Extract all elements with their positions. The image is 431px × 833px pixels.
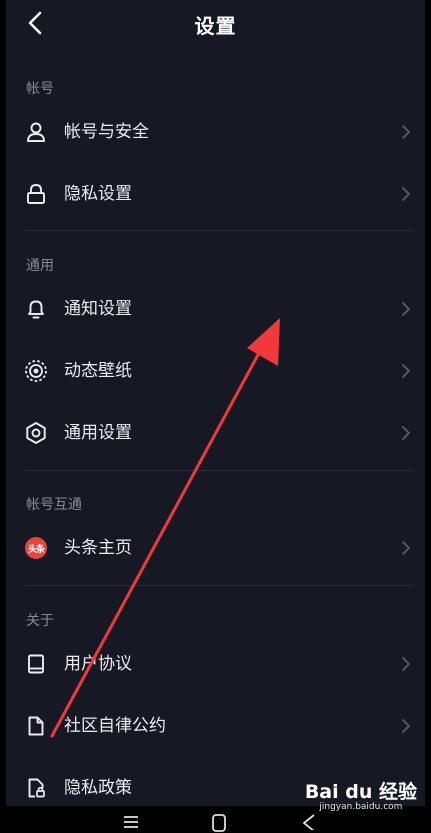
screen-edge-left — [0, 0, 6, 833]
section-label-about: 关于 — [26, 613, 54, 629]
settings-item-label: 用户协议 — [64, 654, 132, 674]
gear-icon — [24, 421, 48, 445]
back-icon[interactable] — [300, 814, 318, 830]
settings-item-label: 隐私设置 — [64, 184, 132, 204]
document-icon — [24, 714, 48, 738]
bell-icon — [24, 297, 48, 321]
settings-item-account-security[interactable]: 帐号与安全 — [6, 104, 425, 160]
screen-edge-right — [425, 0, 431, 833]
settings-item-label: 通用设置 — [64, 423, 132, 443]
settings-item-live-wallpaper[interactable]: 动态壁纸 — [6, 343, 425, 399]
chevron-right-icon — [402, 364, 410, 378]
chevron-right-icon — [402, 426, 410, 440]
chevron-right-icon — [402, 302, 410, 316]
settings-item-toutiao-homepage[interactable]: 头条 头条主页 — [6, 520, 425, 576]
live-wallpaper-icon — [24, 359, 48, 383]
settings-item-label: 隐私政策 — [64, 778, 132, 798]
menu-icon[interactable] — [122, 814, 140, 830]
chevron-right-icon — [402, 541, 410, 555]
settings-item-label: 通知设置 — [64, 299, 132, 319]
section-label-account: 帐号 — [26, 81, 54, 97]
baidu-jingyan-watermark: Bai du 经验 jingyan.baidu.com — [305, 782, 417, 813]
lock-icon — [24, 182, 48, 206]
toutiao-badge: 头条 — [25, 537, 47, 559]
section-divider — [26, 230, 413, 231]
chevron-right-icon — [402, 187, 410, 201]
chevron-right-icon — [402, 719, 410, 733]
user-icon — [24, 120, 48, 144]
section-label-general: 通用 — [26, 258, 54, 274]
settings-item-general-settings[interactable]: 通用设置 — [6, 405, 425, 461]
section-label-account-linking: 帐号互通 — [26, 497, 82, 513]
section-divider — [26, 585, 413, 586]
nav-header: 设置 — [0, 0, 431, 48]
settings-item-label: 社区自律公约 — [64, 716, 166, 736]
section-divider — [26, 470, 413, 471]
page-title: 设置 — [194, 14, 237, 38]
settings-item-notification-settings[interactable]: 通知设置 — [6, 281, 425, 337]
settings-item-user-agreement[interactable]: 用户协议 — [6, 636, 425, 692]
home-icon[interactable] — [211, 814, 227, 832]
settings-item-privacy-settings[interactable]: 隐私设置 — [6, 166, 425, 222]
toutiao-icon: 头条 — [24, 536, 48, 560]
privacy-document-icon — [24, 776, 48, 800]
book-icon — [24, 652, 48, 676]
chevron-right-icon — [402, 125, 410, 139]
watermark-url: jingyan.baidu.com — [319, 802, 403, 812]
settings-item-label: 帐号与安全 — [64, 122, 149, 142]
chevron-right-icon — [402, 657, 410, 671]
settings-item-label: 头条主页 — [64, 538, 132, 558]
settings-item-label: 动态壁纸 — [64, 361, 132, 381]
settings-screen: 设置 帐号 帐号与安全 隐私设置 通用 通知设置 动态壁纸 通用设置 帐号互通 … — [0, 0, 431, 833]
baidu-logo: Bai du 经验 — [304, 781, 417, 803]
settings-item-community-guidelines[interactable]: 社区自律公约 — [6, 698, 425, 754]
